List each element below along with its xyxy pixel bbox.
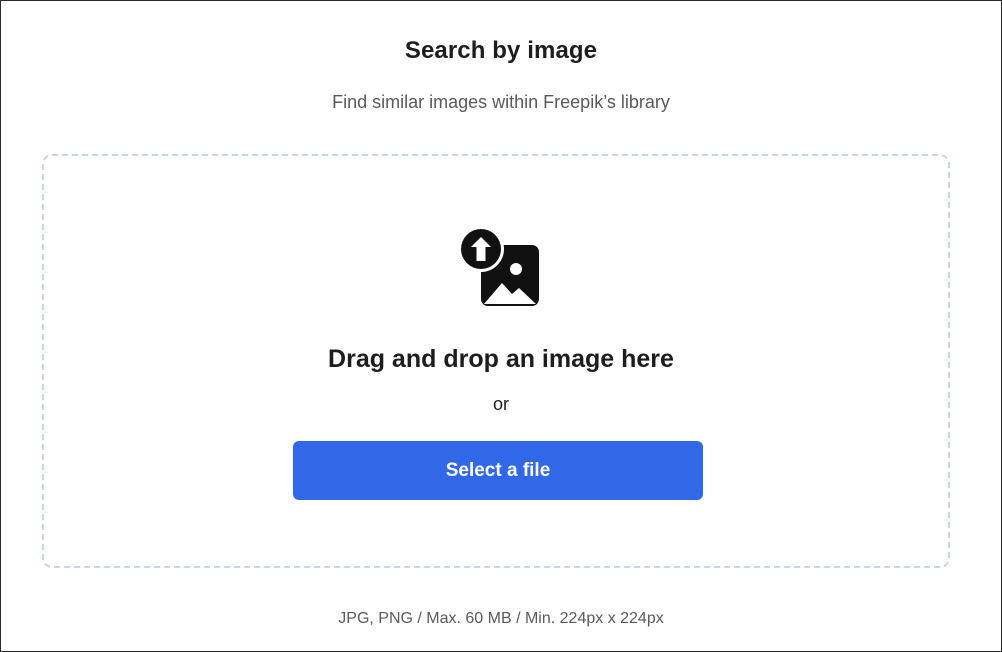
dropzone-heading: Drag and drop an image here — [328, 345, 674, 373]
or-separator: or — [492, 394, 509, 414]
page-title: Search by image — [404, 37, 598, 64]
search-by-image-panel: Search by image Find similar images with… — [0, 0, 1002, 652]
select-file-button[interactable]: Select a file — [293, 441, 703, 500]
file-requirements: JPG, PNG / Max. 60 MB / Min. 224px x 224… — [338, 610, 664, 627]
image-upload-icon — [458, 226, 539, 306]
page-subtitle: Find similar images within Freepik’s lib… — [332, 92, 670, 112]
